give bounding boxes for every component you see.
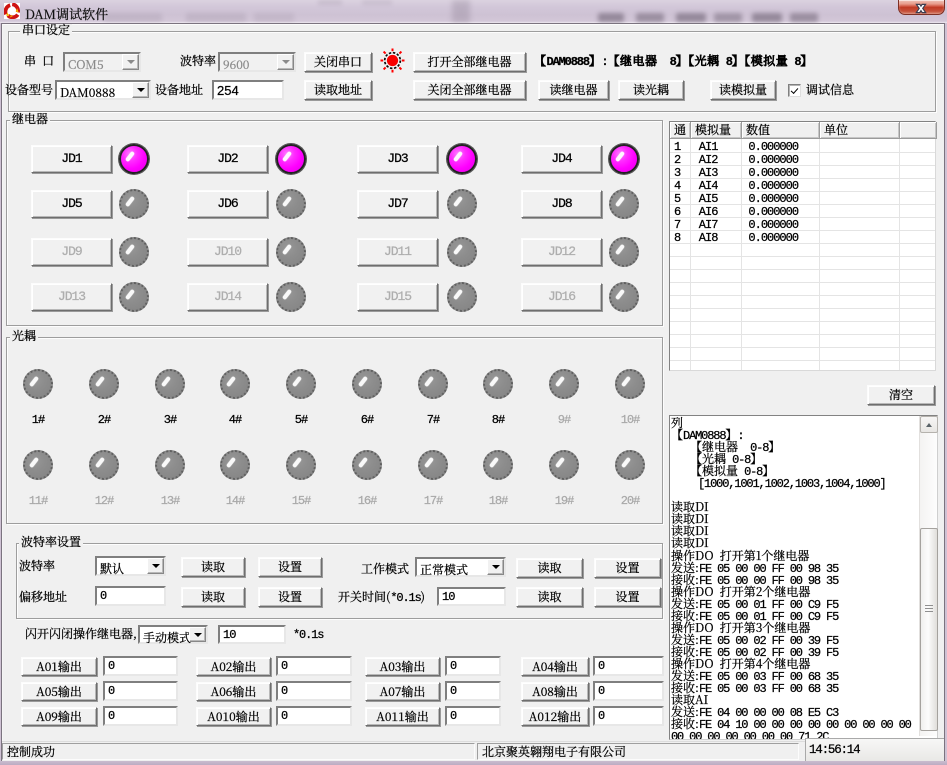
svg-text:x: x xyxy=(917,0,925,14)
